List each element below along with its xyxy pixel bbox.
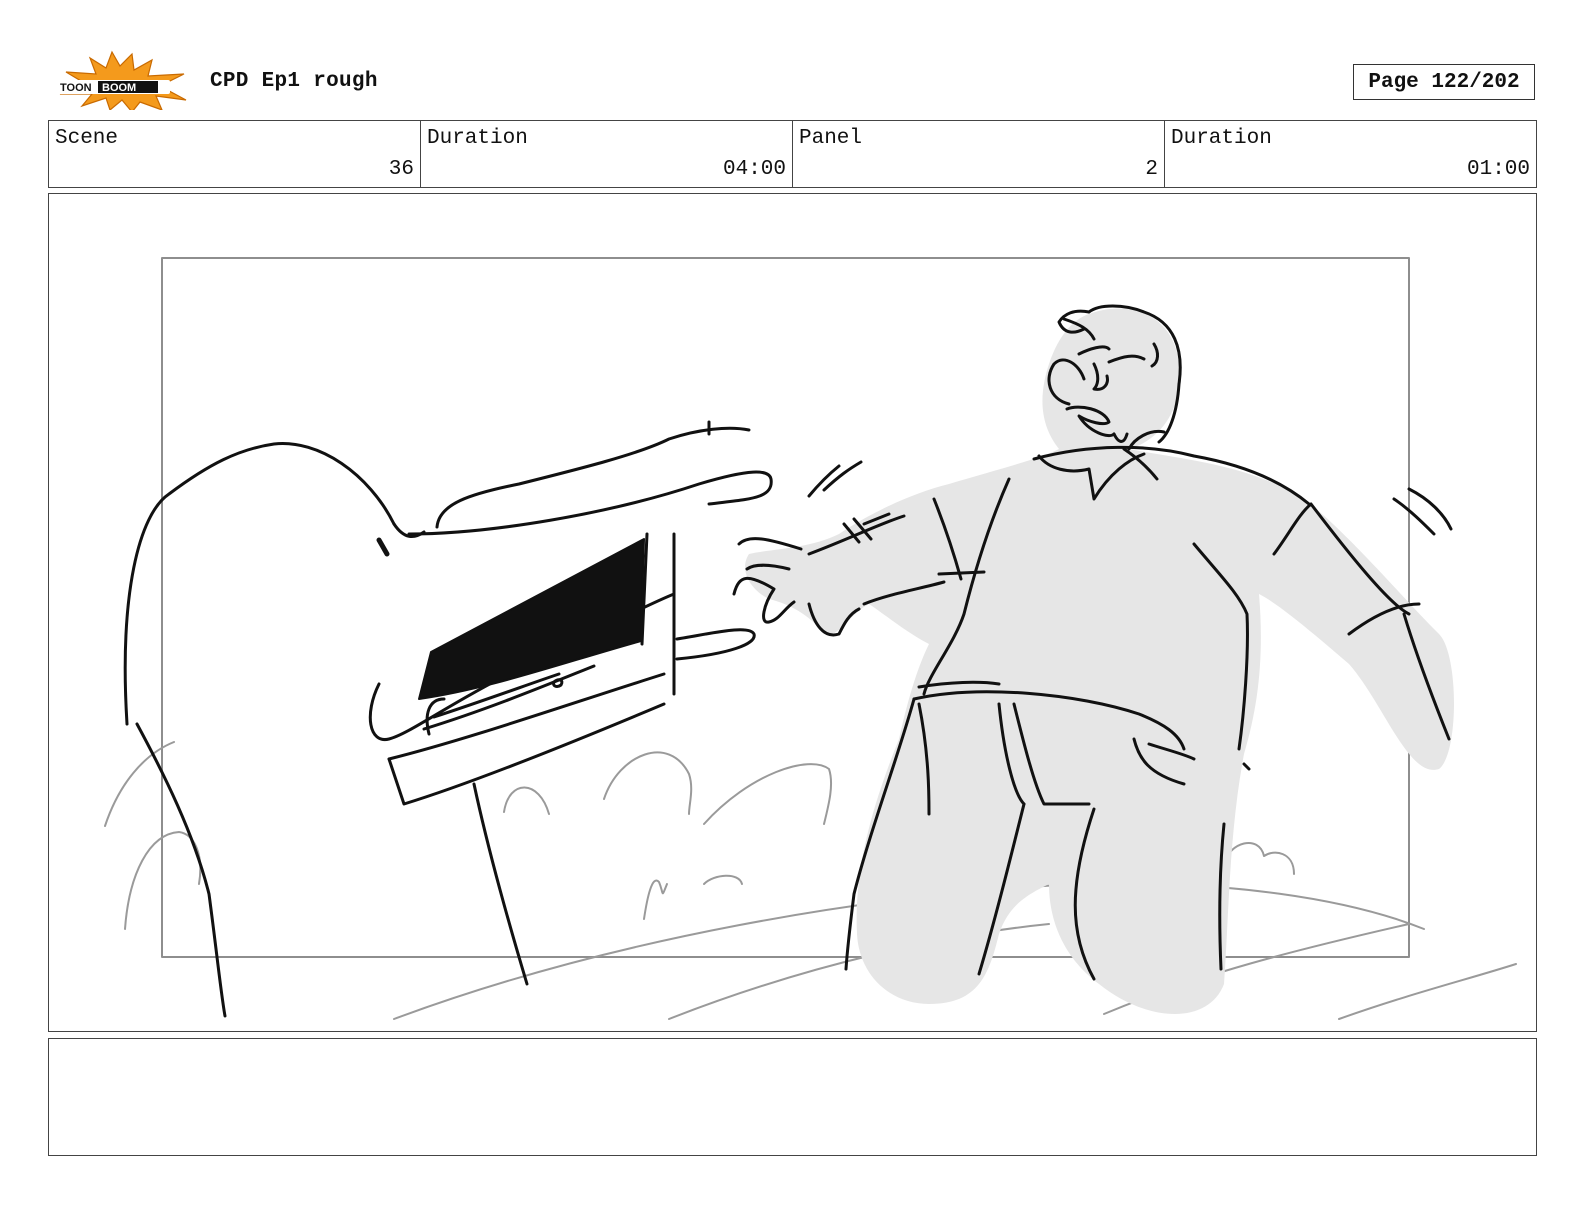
panel-duration-label: Duration <box>1171 127 1272 150</box>
document-title: CPD Ep1 rough <box>210 70 378 93</box>
scene-cell: Scene 36 <box>49 121 421 187</box>
scene-duration-value: 04:00 <box>722 158 786 181</box>
toon-boom-logo: TOON BOOM <box>52 50 190 113</box>
scene-duration-cell: Duration 04:00 <box>421 121 793 187</box>
storyboard-panel <box>48 193 1537 1032</box>
panel-cell: Panel 2 <box>793 121 1165 187</box>
page-indicator: Page 122/202 <box>1353 64 1535 100</box>
scene-label: Scene <box>55 127 119 150</box>
svg-text:BOOM: BOOM <box>102 82 136 94</box>
panel-duration-cell: Duration 01:00 <box>1165 121 1536 187</box>
background-sketch <box>104 741 1517 1020</box>
logo-text: TOON <box>60 82 92 94</box>
panel-info-row: Scene 36 Duration 04:00 Panel 2 Duration… <box>48 120 1537 188</box>
panel-value: 2 <box>1145 158 1158 181</box>
screen-fill <box>418 538 645 700</box>
scene-value: 36 <box>388 158 414 181</box>
panel-duration-value: 01:00 <box>1466 158 1530 181</box>
notes-box <box>48 1038 1537 1156</box>
panel-label: Panel <box>799 127 863 150</box>
scene-duration-label: Duration <box>427 127 528 150</box>
panel-sketch <box>104 257 1517 1020</box>
